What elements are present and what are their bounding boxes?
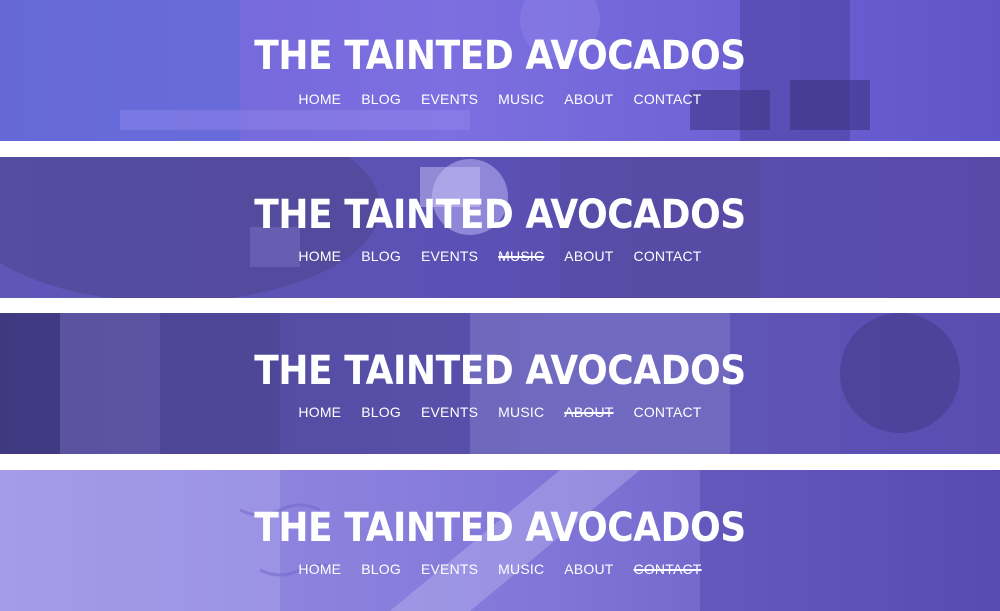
header-banner-2: THE TAINTED AVOCADOS HOME BLOG EVENTS MU… bbox=[0, 157, 1000, 298]
nav-about[interactable]: ABOUT bbox=[564, 248, 613, 264]
main-nav: HOME BLOG EVENTS MUSIC ABOUT CONTACT bbox=[0, 404, 1000, 420]
nav-music[interactable]: MUSIC bbox=[498, 248, 544, 264]
nav-events[interactable]: EVENTS bbox=[421, 91, 478, 107]
site-title[interactable]: THE TAINTED AVOCADOS bbox=[50, 192, 950, 238]
nav-home[interactable]: HOME bbox=[298, 248, 341, 264]
site-title[interactable]: THE TAINTED AVOCADOS bbox=[50, 348, 950, 394]
header-banner-1: THE TAINTED AVOCADOS HOME BLOG EVENTS MU… bbox=[0, 0, 1000, 141]
banner-stack: THE TAINTED AVOCADOS HOME BLOG EVENTS MU… bbox=[0, 0, 1000, 611]
nav-blog[interactable]: BLOG bbox=[361, 404, 401, 420]
main-nav: HOME BLOG EVENTS MUSIC ABOUT CONTACT bbox=[0, 248, 1000, 264]
nav-about[interactable]: ABOUT bbox=[564, 91, 613, 107]
nav-contact[interactable]: CONTACT bbox=[634, 248, 702, 264]
nav-contact[interactable]: CONTACT bbox=[634, 91, 702, 107]
nav-events[interactable]: EVENTS bbox=[421, 561, 478, 577]
nav-home[interactable]: HOME bbox=[298, 561, 341, 577]
nav-blog[interactable]: BLOG bbox=[361, 91, 401, 107]
main-nav: HOME BLOG EVENTS MUSIC ABOUT CONTACT bbox=[0, 91, 1000, 107]
main-nav: HOME BLOG EVENTS MUSIC ABOUT CONTACT bbox=[0, 561, 1000, 577]
nav-blog[interactable]: BLOG bbox=[361, 248, 401, 264]
header-banner-4: THE TAINTED AVOCADOS HOME BLOG EVENTS MU… bbox=[0, 470, 1000, 611]
nav-events[interactable]: EVENTS bbox=[421, 404, 478, 420]
nav-music[interactable]: MUSIC bbox=[498, 404, 544, 420]
header-banner-3: THE TAINTED AVOCADOS HOME BLOG EVENTS MU… bbox=[0, 313, 1000, 454]
nav-events[interactable]: EVENTS bbox=[421, 248, 478, 264]
site-title[interactable]: THE TAINTED AVOCADOS bbox=[50, 33, 950, 79]
site-title[interactable]: THE TAINTED AVOCADOS bbox=[50, 505, 950, 551]
nav-home[interactable]: HOME bbox=[298, 404, 341, 420]
nav-music[interactable]: MUSIC bbox=[498, 91, 544, 107]
nav-music[interactable]: MUSIC bbox=[498, 561, 544, 577]
nav-about[interactable]: ABOUT bbox=[564, 404, 613, 420]
nav-home[interactable]: HOME bbox=[298, 91, 341, 107]
nav-about[interactable]: ABOUT bbox=[564, 561, 613, 577]
nav-contact[interactable]: CONTACT bbox=[634, 561, 702, 577]
nav-blog[interactable]: BLOG bbox=[361, 561, 401, 577]
nav-contact[interactable]: CONTACT bbox=[634, 404, 702, 420]
